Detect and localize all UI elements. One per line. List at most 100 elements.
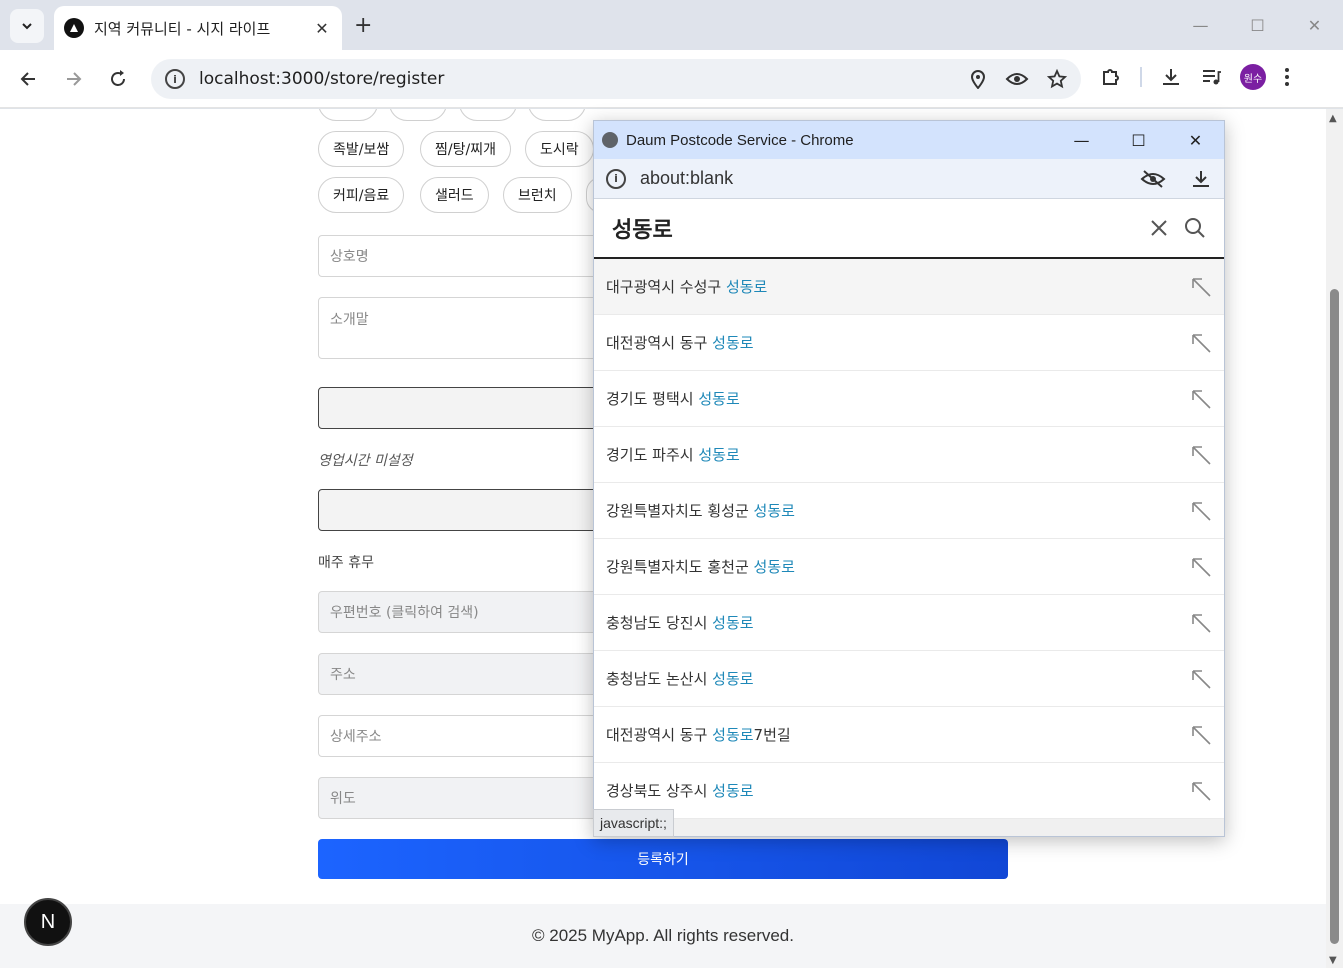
weekly-off-text: 매주 휴무 <box>318 555 374 571</box>
tab-search-button[interactable] <box>10 9 44 43</box>
address-region-text: 충청남도 논산시 <box>606 670 713 688</box>
select-arrow-icon[interactable] <box>1190 444 1212 466</box>
category-chip[interactable]: 찜/탕/찌개 <box>420 131 511 167</box>
minimize-icon[interactable]: — <box>1172 0 1229 50</box>
scroll-up-arrow-icon[interactable]: ▲ <box>1329 113 1337 124</box>
chevron-down-icon <box>22 23 32 30</box>
address-result-item[interactable]: 강원특별자치도 홍천군 성동로 <box>594 539 1224 595</box>
address-suffix-text: 7번길 <box>753 726 791 744</box>
register-submit-button[interactable]: 등록하기 <box>318 839 1008 879</box>
address-region-text: 경기도 파주시 <box>606 446 699 464</box>
address-keyword-text: 성동로 <box>753 558 795 576</box>
address-result-item[interactable]: 충청남도 논산시 성동로 <box>594 651 1224 707</box>
select-arrow-icon[interactable] <box>1190 780 1212 802</box>
category-chip[interactable]: 족발/보쌈 <box>318 131 405 167</box>
download-icon[interactable] <box>1160 66 1182 88</box>
select-arrow-icon[interactable] <box>1190 388 1212 410</box>
address-bar[interactable]: i localhost:3000/store/register <box>151 59 1081 99</box>
address-region-text: 대전광역시 동구 <box>606 726 713 744</box>
category-chip[interactable] <box>318 109 378 121</box>
select-arrow-icon[interactable] <box>1190 556 1212 578</box>
address-result-text: 경기도 파주시 성동로 <box>606 444 1190 465</box>
address-result-item[interactable]: 대전광역시 동구 성동로7번길 <box>594 707 1224 763</box>
address-region-text: 강원특별자치도 횡성군 <box>606 502 754 520</box>
forward-arrow-icon[interactable] <box>60 66 86 92</box>
eye-off-icon[interactable] <box>1140 169 1166 189</box>
address-result-item[interactable]: 경상북도 상주시 성동로 <box>594 763 1224 819</box>
select-arrow-icon[interactable] <box>1190 612 1212 634</box>
address-result-item[interactable]: 대전광역시 동구 성동로 <box>594 315 1224 371</box>
popup-title-bar: Daum Postcode Service - Chrome — ☐ ✕ <box>594 121 1224 159</box>
popup-site-info-icon[interactable]: i <box>606 168 626 189</box>
popup-maximize-icon[interactable]: ☐ <box>1110 121 1167 159</box>
address-keyword-text: 성동로 <box>712 670 754 688</box>
media-queue-icon[interactable] <box>1200 66 1222 88</box>
popup-url-text: about:blank <box>640 168 734 188</box>
category-chip[interactable]: 브런치 <box>503 177 572 213</box>
address-region-text: 경기도 평택시 <box>606 390 699 408</box>
address-keyword-text: 성동로 <box>712 726 754 744</box>
address-result-text: 대전광역시 동구 성동로 <box>606 332 1190 353</box>
close-window-icon[interactable]: ✕ <box>1286 0 1343 50</box>
address-result-item[interactable]: 경기도 평택시 성동로 <box>594 371 1224 427</box>
address-region-text: 경상북도 상주시 <box>606 782 713 800</box>
address-region-text: 대구광역시 수성구 <box>606 278 726 296</box>
page-scrollbar[interactable]: ▲ ▼ <box>1326 109 1343 968</box>
select-arrow-icon[interactable] <box>1190 276 1212 298</box>
select-arrow-icon[interactable] <box>1190 724 1212 746</box>
link-status-tooltip: javascript:; <box>593 809 674 837</box>
maximize-icon[interactable]: ☐ <box>1229 0 1286 50</box>
address-keyword-text: 성동로 <box>698 390 740 408</box>
address-region-text: 강원특별자치도 홍천군 <box>606 558 754 576</box>
address-result-text: 경상북도 상주시 성동로 <box>606 780 1190 801</box>
category-chip[interactable] <box>389 109 447 121</box>
popup-address-bar: i about:blank <box>594 159 1224 199</box>
address-result-item[interactable]: 대구광역시 수성구 성동로 <box>594 259 1224 315</box>
address-result-text: 충청남도 논산시 성동로 <box>606 668 1190 689</box>
address-keyword-text: 성동로 <box>753 502 795 520</box>
select-arrow-icon[interactable] <box>1190 332 1212 354</box>
address-result-text: 충청남도 당진시 성동로 <box>606 612 1190 633</box>
scroll-thumb[interactable] <box>1330 289 1339 944</box>
location-pin-icon[interactable] <box>969 69 987 89</box>
extensions-puzzle-icon[interactable] <box>1100 66 1122 88</box>
clear-search-icon[interactable] <box>1150 219 1168 237</box>
address-result-item[interactable]: 강원특별자치도 횡성군 성동로 <box>594 483 1224 539</box>
address-result-text: 대전광역시 동구 성동로7번길 <box>606 724 1190 745</box>
address-result-item[interactable]: 충청남도 당진시 성동로 <box>594 595 1224 651</box>
tab-close-icon[interactable]: ✕ <box>312 19 332 38</box>
category-chip[interactable]: 커피/음료 <box>318 177 405 213</box>
bookmark-star-icon[interactable] <box>1047 69 1067 89</box>
category-chip[interactable]: 샐러드 <box>420 177 489 213</box>
address-keyword-text: 성동로 <box>712 614 754 632</box>
postcode-search-box[interactable]: 성동로 <box>594 199 1224 259</box>
profile-avatar[interactable]: 원수 <box>1240 64 1266 90</box>
address-keyword-text: 성동로 <box>725 278 768 296</box>
search-icon[interactable] <box>1184 217 1206 239</box>
eye-icon[interactable] <box>1005 70 1029 88</box>
address-result-item[interactable]: 경기도 파주시 성동로 <box>594 427 1224 483</box>
popup-close-icon[interactable]: ✕ <box>1167 121 1224 159</box>
tab-title: 지역 커뮤니티 - 시지 라이프 <box>94 19 271 38</box>
globe-icon <box>602 132 618 148</box>
back-arrow-icon[interactable] <box>16 66 42 92</box>
category-chip[interactable]: 도시락 <box>525 131 594 167</box>
active-tab[interactable]: 지역 커뮤니티 - 시지 라이프 ✕ <box>54 6 342 50</box>
popup-minimize-icon[interactable]: — <box>1053 121 1110 159</box>
address-results-list: 대구광역시 수성구 성동로 대전광역시 동구 성동로 경기도 평택시 성동로 경기도 … <box>594 259 1224 819</box>
postcode-search-input[interactable]: 성동로 <box>612 212 1150 244</box>
site-info-icon[interactable]: i <box>165 69 185 89</box>
address-keyword-text: 성동로 <box>712 334 754 352</box>
select-arrow-icon[interactable] <box>1190 668 1212 690</box>
popup-download-icon[interactable] <box>1190 168 1212 190</box>
category-chip[interactable] <box>528 109 586 121</box>
reload-icon[interactable] <box>105 66 131 92</box>
address-region-text: 충청남도 당진시 <box>606 614 713 632</box>
category-chip[interactable] <box>459 109 517 121</box>
select-arrow-icon[interactable] <box>1190 500 1212 522</box>
nextjs-dev-badge[interactable]: N <box>24 898 72 946</box>
more-menu-icon[interactable] <box>1284 67 1290 87</box>
postcode-popup-window: Daum Postcode Service - Chrome — ☐ ✕ i a… <box>593 120 1225 837</box>
new-tab-plus-icon[interactable]: + <box>354 13 372 38</box>
scroll-down-arrow-icon[interactable]: ▼ <box>1329 955 1337 966</box>
